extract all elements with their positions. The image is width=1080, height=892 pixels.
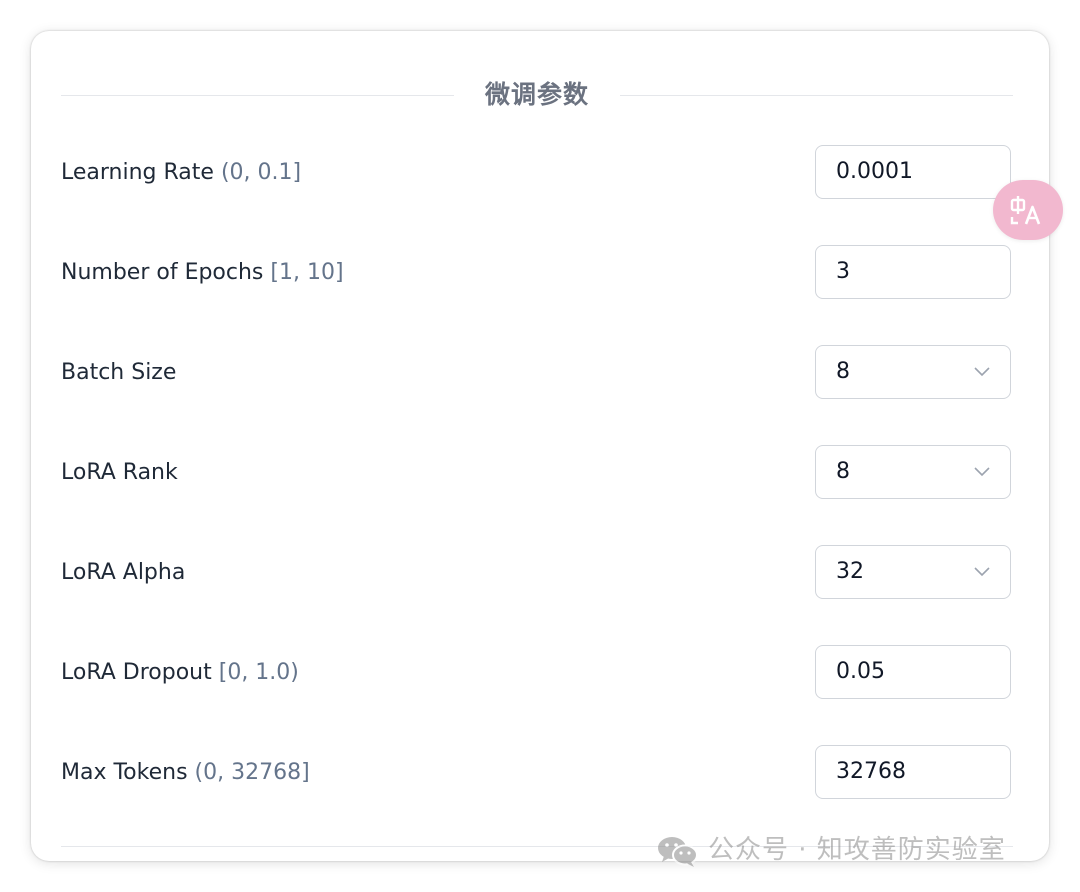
fine-tune-params-card: 微调参数 Learning Rate (0, 0.1] 0.0001 Numbe… bbox=[31, 31, 1049, 861]
chevron-down-icon bbox=[974, 567, 990, 577]
param-label-lora-rank: LoRA Rank bbox=[61, 445, 178, 501]
input-value: 0.0001 bbox=[836, 159, 913, 184]
param-row-lora-alpha: LoRA Alpha 32 bbox=[61, 545, 1013, 601]
input-value: 0.05 bbox=[836, 659, 885, 684]
param-name: Batch Size bbox=[61, 360, 177, 385]
chevron-down-icon bbox=[974, 367, 990, 377]
section-title: 微调参数 bbox=[484, 80, 589, 109]
learning-rate-input[interactable]: 0.0001 bbox=[815, 145, 1011, 199]
wechat-icon bbox=[658, 837, 698, 867]
param-row-max-tokens: Max Tokens (0, 32768] 32768 bbox=[61, 745, 1013, 801]
translate-button[interactable] bbox=[993, 180, 1063, 240]
chevron-down-icon bbox=[974, 467, 990, 477]
param-label-max-tokens: Max Tokens (0, 32768] bbox=[61, 745, 310, 801]
max-tokens-input[interactable]: 32768 bbox=[815, 745, 1011, 799]
lora-alpha-select[interactable]: 32 bbox=[815, 545, 1011, 599]
param-name: Max Tokens bbox=[61, 760, 188, 785]
param-name: LoRA Alpha bbox=[61, 560, 186, 585]
lora-rank-select[interactable]: 8 bbox=[815, 445, 1011, 499]
param-label-lora-alpha: LoRA Alpha bbox=[61, 545, 185, 601]
batch-size-select[interactable]: 8 bbox=[815, 345, 1011, 399]
epochs-input[interactable]: 3 bbox=[815, 245, 1011, 299]
lora-dropout-input[interactable]: 0.05 bbox=[815, 645, 1011, 699]
select-value: 8 bbox=[836, 459, 850, 484]
divider-right bbox=[620, 95, 1013, 96]
param-label-epochs: Number of Epochs [1, 10] bbox=[61, 245, 344, 301]
param-label-learning-rate: Learning Rate (0, 0.1] bbox=[61, 145, 301, 201]
input-value: 32768 bbox=[836, 759, 906, 784]
param-row-lora-rank: LoRA Rank 8 bbox=[61, 445, 1013, 501]
param-row-lora-dropout: LoRA Dropout [0, 1.0) 0.05 bbox=[61, 645, 1013, 701]
param-name: Learning Rate bbox=[61, 160, 214, 185]
section-header: 微调参数 bbox=[61, 77, 1013, 113]
param-range: [0, 1.0) bbox=[218, 660, 299, 685]
param-range: (0, 0.1] bbox=[220, 160, 302, 185]
param-range: [1, 10] bbox=[270, 260, 344, 285]
param-name: LoRA Dropout bbox=[61, 660, 212, 685]
param-name: LoRA Rank bbox=[61, 460, 178, 485]
page: 微调参数 Learning Rate (0, 0.1] 0.0001 Numbe… bbox=[0, 0, 1080, 892]
param-label-lora-dropout: LoRA Dropout [0, 1.0) bbox=[61, 645, 299, 701]
watermark-text: 公众号 · 知攻善防实验室 bbox=[708, 835, 1006, 865]
param-range: (0, 32768] bbox=[194, 760, 310, 785]
translate-icon bbox=[1010, 196, 1041, 225]
input-value: 3 bbox=[836, 259, 850, 284]
divider-left bbox=[61, 95, 454, 96]
select-value: 32 bbox=[836, 559, 864, 584]
param-label-batch-size: Batch Size bbox=[61, 345, 176, 401]
param-name: Number of Epochs bbox=[61, 260, 264, 285]
param-row-learning-rate: Learning Rate (0, 0.1] 0.0001 bbox=[61, 145, 1013, 201]
select-value: 8 bbox=[836, 359, 850, 384]
param-row-batch-size: Batch Size 8 bbox=[61, 345, 1013, 401]
param-row-epochs: Number of Epochs [1, 10] 3 bbox=[61, 245, 1013, 301]
